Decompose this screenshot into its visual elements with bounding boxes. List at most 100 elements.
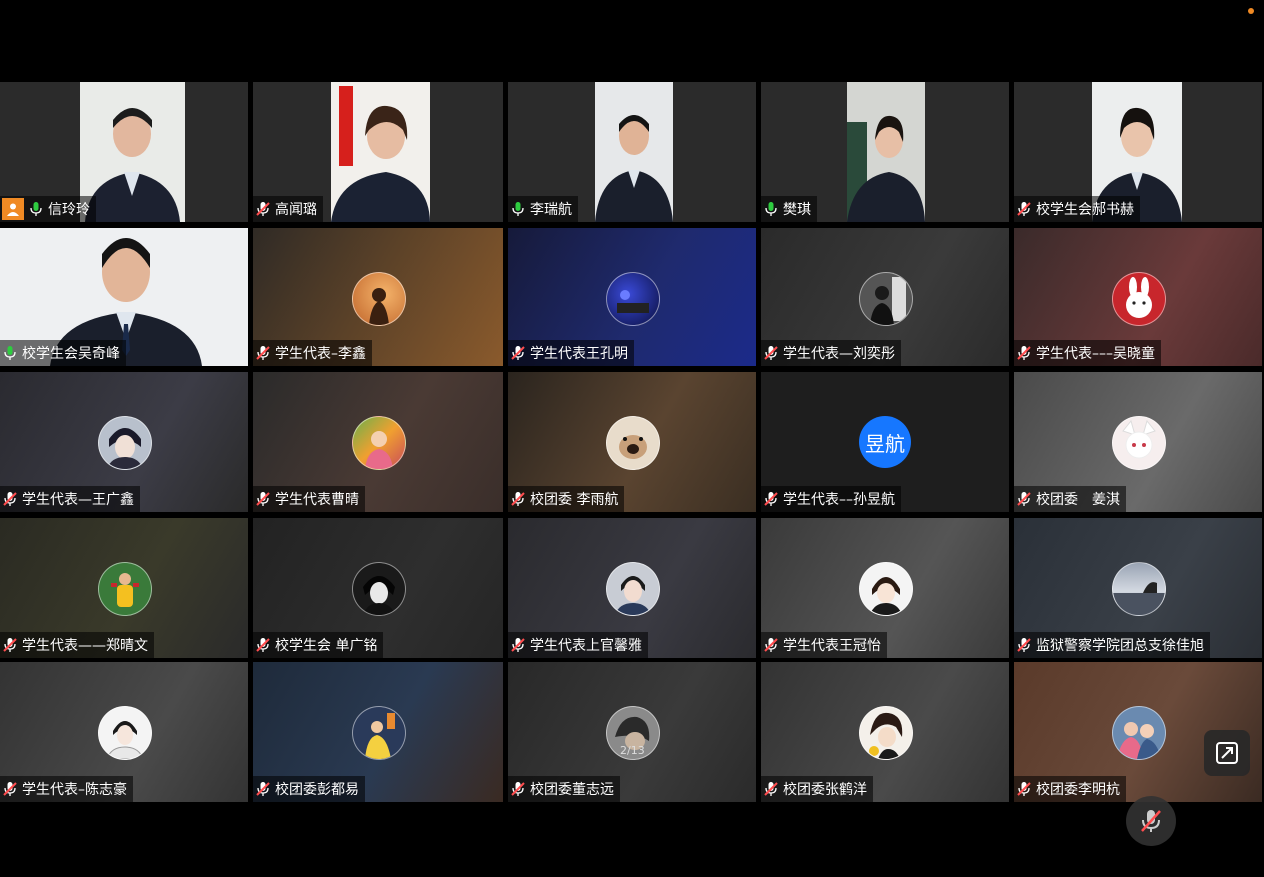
participant-name-bar: 学生代表––孙昱航 [761,486,901,512]
participant-avatar [98,416,152,470]
participant-avatar [606,416,660,470]
participant-name: 校学生会 单广铭 [275,638,378,654]
participant-name: 校团委张鹤洋 [783,782,867,798]
video-person [847,115,925,222]
mic-muted-icon [1141,810,1161,832]
participant-name-bar: 校团委董志远 [508,776,620,802]
participant-tile[interactable]: 校团委董志远 [508,662,756,802]
participant-avatar [352,706,406,760]
participant-name-bar: 樊琪 [761,196,817,222]
participant-name-bar: 校学生会吴奇峰 [0,340,126,366]
mic-icon [4,346,16,360]
participant-name-bar: 学生代表曹晴 [253,486,365,512]
video-person [331,105,430,222]
mic-muted-icon [511,492,525,506]
participant-name-bar: 学生代表—王广鑫 [0,486,140,512]
user-icon [2,198,24,220]
participant-name-bar: 学生代表——郑晴文 [0,632,154,658]
participant-name-bar: 校学生会 单广铭 [253,632,384,658]
video-person [595,115,673,222]
fullscreen-button[interactable] [1204,730,1250,776]
participant-name: 校团委李明杭 [1036,782,1120,798]
participant-name-bar: 校学生会郝书赫 [1014,196,1140,222]
participant-tile[interactable]: 学生代表上官馨雅 [508,518,756,658]
participant-name: 校团委彭都易 [275,782,359,798]
participant-name: 学生代表—王广鑫 [22,492,134,508]
participant-tile[interactable]: 校团委张鹤洋 [761,662,1009,802]
participant-tile[interactable]: 学生代表—刘奕彤 [761,228,1009,366]
participant-tile[interactable]: 校学生会 单广铭 [253,518,503,658]
participant-tile[interactable]: 校学生会郝书赫 [1014,82,1262,222]
participant-tile[interactable]: 李瑞航 [508,82,756,222]
participant-name-bar: 校团委张鹤洋 [761,776,873,802]
participant-name: 校团委董志远 [530,782,614,798]
participant-tile[interactable]: 学生代表王冠怡 [761,518,1009,658]
participant-tile[interactable]: 学生代表曹晴 [253,372,503,512]
status-dot [1248,8,1254,14]
mic-muted-icon [764,346,778,360]
participant-avatar [606,562,660,616]
participant-name: 学生代表——郑晴文 [22,638,148,654]
participant-tile[interactable]: 学生代表—王广鑫 [0,372,248,512]
participant-name: 学生代表–李鑫 [275,346,366,362]
participant-name: 学生代表–陈志豪 [22,782,127,798]
participant-tile[interactable]: 学生代表–陈志豪 [0,662,248,802]
participant-name-bar: 学生代表王孔明 [508,340,634,366]
participant-name-bar: 校团委李明杭 [1014,776,1126,802]
mic-muted-icon [3,638,17,652]
participant-name-bar: 校团委 李雨航 [508,486,625,512]
mic-icon [765,202,777,216]
mic-muted-icon [1017,638,1031,652]
participant-name: 学生代表王孔明 [530,346,628,362]
participant-text-avatar: 昱航 [859,416,911,468]
participant-avatar [1112,562,1166,616]
participant-tile[interactable]: 昱航 学生代表––孙昱航 [761,372,1009,512]
participant-name: 校团委 姜淇 [1036,492,1120,508]
mic-muted-icon [1017,346,1031,360]
participant-tile[interactable]: 学生代表——郑晴文 [0,518,248,658]
participant-tile[interactable]: 学生代表–李鑫 [253,228,503,366]
participant-name-bar: 校团委彭都易 [253,776,365,802]
participant-name: 樊琪 [783,202,811,218]
mic-muted-icon [1017,782,1031,796]
participant-tile[interactable]: 樊琪 [761,82,1009,222]
participant-tile[interactable]: 信玲玲 [0,82,248,222]
mic-icon [512,202,524,216]
participant-name-bar: 高闻璐 [253,196,323,222]
participant-name-bar: 学生代表—刘奕彤 [761,340,901,366]
mic-muted-icon [764,638,778,652]
participant-name-bar: 学生代表–陈志豪 [0,776,133,802]
participant-tile[interactable]: 学生代表王孔明 [508,228,756,366]
participant-tile[interactable]: 高闻璐 [253,82,503,222]
participant-name-bar: 李瑞航 [508,196,578,222]
participant-tile[interactable]: 校团委 李雨航 [508,372,756,512]
mic-muted-icon [511,638,525,652]
participant-tile[interactable]: 校学生会吴奇峰 [0,228,248,366]
participant-name-bar: 学生代表王冠怡 [761,632,887,658]
participant-name: 学生代表上官馨雅 [530,638,642,654]
mic-icon [30,202,42,216]
participant-name: 信玲玲 [48,202,90,218]
mic-muted-icon [256,782,270,796]
fullscreen-icon [1216,742,1238,764]
participant-name: 校学生会吴奇峰 [22,346,120,362]
participant-grid: 信玲玲 高闻璐 李瑞航 樊琪 校学生会郝书赫 校学生会吴奇峰 学生代表–李鑫 学… [0,82,1262,802]
participant-tile[interactable]: 校团委 姜淇 [1014,372,1262,512]
participant-avatar [606,272,660,326]
participant-name-bar: 校团委 姜淇 [1014,486,1126,512]
participant-avatar [352,562,406,616]
mic-muted-icon [3,782,17,796]
participant-tile[interactable]: 监狱警察学院团总支徐佳旭 [1014,518,1262,658]
mic-muted-icon [256,202,270,216]
participant-name: 校团委 李雨航 [530,492,619,508]
mic-muted-icon [511,346,525,360]
participant-avatar [98,562,152,616]
participant-avatar [859,272,913,326]
self-mute-button[interactable] [1126,796,1176,846]
mic-muted-icon [764,492,778,506]
participant-tile[interactable]: 学生代表–––吴晓童 [1014,228,1262,366]
participant-tile[interactable]: 校团委彭都易 [253,662,503,802]
page-indicator: 2/13 [620,744,645,757]
participant-name: 李瑞航 [530,202,572,218]
mic-muted-icon [256,492,270,506]
